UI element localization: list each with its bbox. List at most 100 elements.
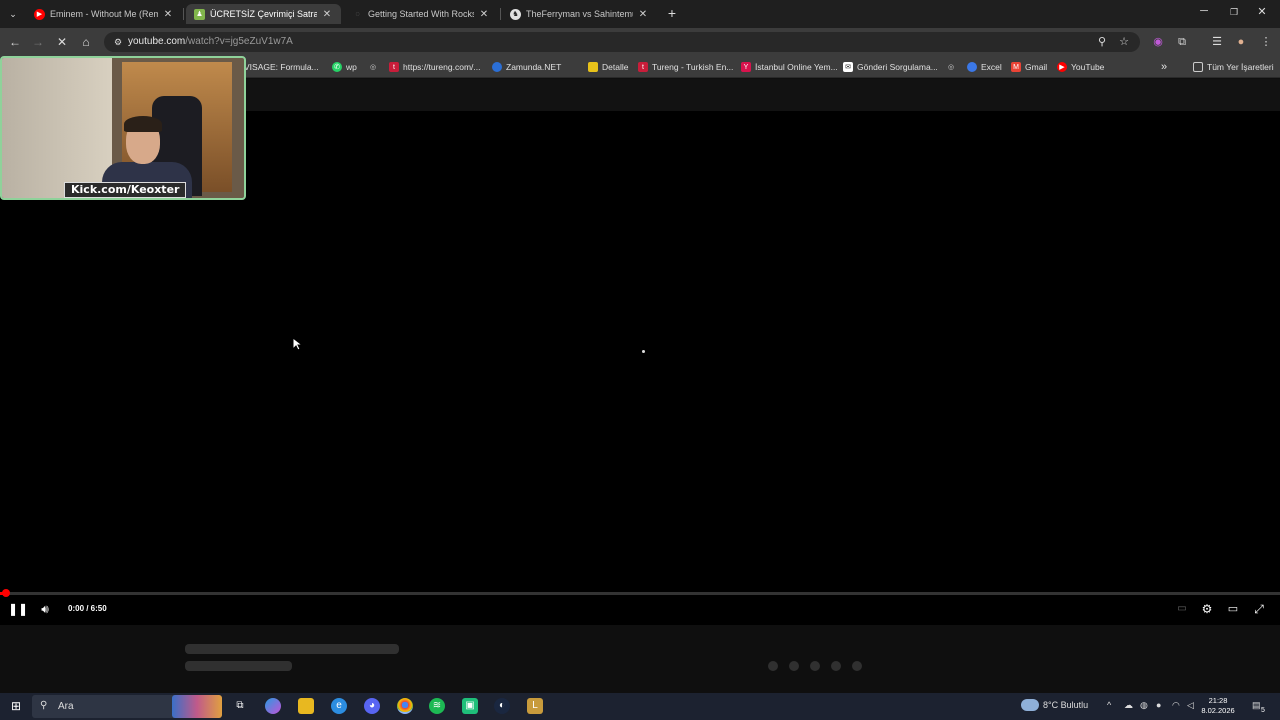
file-explorer-icon[interactable] [298,698,314,714]
minimize-button[interactable]: ─ [1192,5,1216,17]
bookmark-label: Zamunda.NET [506,62,562,72]
action-skeleton [831,661,841,671]
zamunda-icon [492,62,502,72]
bookmark-wp[interactable]: ✆ wp [332,60,357,74]
zoom-search-icon[interactable]: ⚲ [1094,34,1110,50]
bookmark-visage[interactable]: VISAGE: Formula... [244,60,319,74]
settings-gear-icon[interactable]: ⚙ [1198,601,1216,617]
bookmark-detalle[interactable]: Detalle [588,60,628,74]
excel-globe-icon [967,62,977,72]
url-text[interactable]: youtube.com/watch?v=jg5eZuV1w7A [128,36,293,47]
search-placeholder: Ara [58,701,74,712]
speaker-icon[interactable]: ◁ [1187,700,1194,711]
steam-icon[interactable]: ◐ [494,698,510,714]
folder-icon [1193,62,1203,72]
bookmark-gonderi[interactable]: ✉ Gönderi Sorgulama... [843,60,938,74]
app-tray-icon[interactable]: ◍ [1140,700,1148,711]
ptt-icon: ✉ [843,62,853,72]
bookmark-label: Excel [981,62,1002,72]
pause-button[interactable]: ❚❚ [8,601,28,617]
close-icon[interactable]: ✕ [162,9,174,20]
bookmark-tureng[interactable]: t Tureng - Turkish En... [638,60,733,74]
back-button[interactable]: ← [6,34,24,50]
forward-button[interactable]: → [29,34,47,50]
bookmark-star-icon[interactable]: ☆ [1116,34,1132,50]
bookmark-yemeksepeti[interactable]: Y İstanbul Online Yem... [741,60,838,74]
new-tab-button[interactable]: + [660,5,684,21]
bookmark-gmail[interactable]: M Gmail [1011,60,1047,74]
theater-mode-icon[interactable]: ▭ [1224,601,1242,617]
tab-separator [500,8,501,20]
menu-kebab-icon[interactable]: ⋮ [1258,34,1274,50]
taskbar-clock[interactable]: 21:28 8.02.2026 [1198,696,1238,716]
microphone-icon[interactable]: ● [1156,700,1161,710]
game-launcher-icon[interactable]: ▣ [462,698,478,714]
url-host: youtube.com [128,36,186,47]
bookmark-tureng-url[interactable]: t https://tureng.com/... [389,60,480,74]
bookmark-label: YouTube [1071,62,1105,72]
spotify-icon[interactable]: ≋ [429,698,445,714]
profile-avatar[interactable]: ● [1233,34,1249,50]
media-controls-icon[interactable]: ☰ [1209,34,1225,50]
discord-icon[interactable]: ◕ [364,698,380,714]
wifi-icon[interactable]: ◠ [1172,700,1180,711]
close-icon[interactable]: ✕ [478,9,490,20]
site-info-icon[interactable]: ⚙ [110,34,126,50]
weather-text[interactable]: 8°C Bulutlu [1043,700,1088,710]
fullscreen-icon[interactable]: ⤢ [1250,601,1268,617]
notification-count: 5 [1261,707,1265,714]
tab-chess[interactable]: ♟ ÜCRETSİZ Çevrimiçi Satranç Oy ✕ [186,4,341,24]
chrome-icon[interactable] [397,698,413,714]
home-button[interactable]: ⌂ [77,34,95,50]
webcam-overlay [0,56,246,200]
volume-icon[interactable]: 🔊︎ [36,601,54,617]
copilot-icon[interactable] [265,698,281,714]
chess-icon: ♞ [510,8,521,20]
bookmark-label: İstanbul Online Yem... [755,62,838,72]
extensions-puzzle-icon[interactable]: ⧉ [1174,34,1190,50]
bookmark-label: wp [346,62,357,72]
tray-chevron-icon[interactable]: ^ [1107,700,1111,710]
tab-title: TheFerryman vs Sahintemur: [526,9,633,19]
tab-eminem[interactable]: ▶ Eminem - Without Me (Remix) | ✕ [26,4,182,24]
tab-search-chevron-icon[interactable]: ⌄ [4,6,22,22]
subtitle-skeleton [185,661,292,671]
loading-spinner [642,350,645,353]
bookmark-label: VISAGE: Formula... [244,62,319,72]
gmail-icon: M [1011,62,1021,72]
close-icon[interactable]: ✕ [321,9,333,20]
bookmark-youtube[interactable]: ▶ YouTube [1057,60,1104,74]
detalle-icon [588,62,598,72]
subtitles-icon[interactable]: ▭ [1173,601,1191,617]
webcam-channel-label: Kick.com/Keoxter [64,182,187,198]
bookmark-label: Gmail [1025,62,1048,72]
restore-button[interactable]: ❐ [1222,7,1246,18]
chess-pawn-icon: ♟ [194,8,205,20]
bookmarks-overflow-chevron-icon[interactable]: » [1161,60,1167,74]
stop-loading-button[interactable]: ✕ [53,34,71,50]
search-highlight-image [172,695,222,718]
tab-ferryman[interactable]: ♞ TheFerryman vs Sahintemur: ✕ [502,4,657,24]
close-icon[interactable]: ✕ [637,9,649,20]
notification-icon[interactable]: ▤ [1252,700,1261,711]
progress-bar[interactable] [0,592,1280,595]
bookmark-globe[interactable]: ◎ [368,60,382,74]
tureng-icon: t [389,62,399,72]
tab-separator [183,8,184,20]
league-of-legends-icon[interactable]: L [527,698,543,714]
task-view-icon[interactable]: ⧉ [232,698,248,714]
tab-title: ÜCRETSİZ Çevrimiçi Satranç Oy [210,9,317,19]
tab-title: Eminem - Without Me (Remix) | [50,9,158,19]
tab-rocksmith[interactable]: ◌ Getting Started With Rocksmith ✕ [344,4,498,24]
onedrive-icon[interactable]: ☁ [1124,700,1133,711]
scrubber-handle[interactable] [2,589,10,597]
all-bookmarks-folder[interactable]: Tüm Yer İşaretleri [1193,60,1274,74]
edge-icon[interactable]: e [331,698,347,714]
window-close-button[interactable]: ✕ [1250,5,1274,18]
start-windows-icon[interactable]: ⊞ [8,698,24,714]
bookmark-excel[interactable]: Excel [967,60,1002,74]
extension-icon[interactable]: ◉ [1150,34,1166,50]
bookmark-label: https://tureng.com/... [403,62,481,72]
bookmark-zamunda[interactable]: Zamunda.NET [492,60,561,74]
bookmark-globe-2[interactable]: ◎ [946,60,960,74]
